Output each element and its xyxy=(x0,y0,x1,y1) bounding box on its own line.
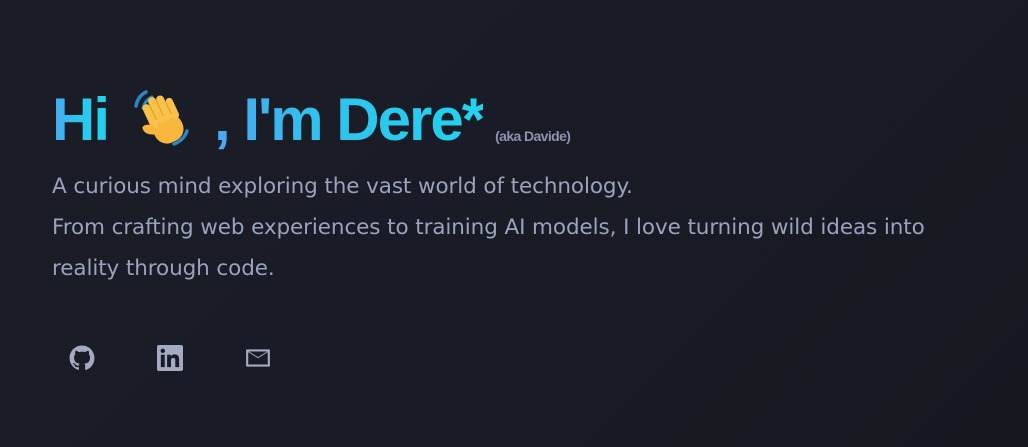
greeting-text: Hi xyxy=(52,86,110,153)
mail-icon xyxy=(246,349,270,367)
waving-hand-icon xyxy=(128,86,194,152)
bio: A curious mind exploring the vast world … xyxy=(52,166,992,289)
page-title: Hi , I'm Dere* (aka Davide) xyxy=(52,62,992,154)
github-link[interactable] xyxy=(52,330,112,386)
bio-line-1: A curious mind exploring the vast world … xyxy=(52,174,633,199)
social-links xyxy=(52,330,288,386)
hero-section: Hi , I'm Dere* (aka Davide) A curious mi… xyxy=(52,62,992,289)
linkedin-link[interactable] xyxy=(140,330,200,386)
github-icon xyxy=(69,345,95,371)
linkedin-icon xyxy=(157,345,183,371)
email-link[interactable] xyxy=(228,330,288,386)
bio-line-2: From crafting web experiences to trainin… xyxy=(52,215,925,281)
aka-text: (aka Davide) xyxy=(495,128,571,144)
name-text: , I'm Dere* xyxy=(214,86,485,153)
